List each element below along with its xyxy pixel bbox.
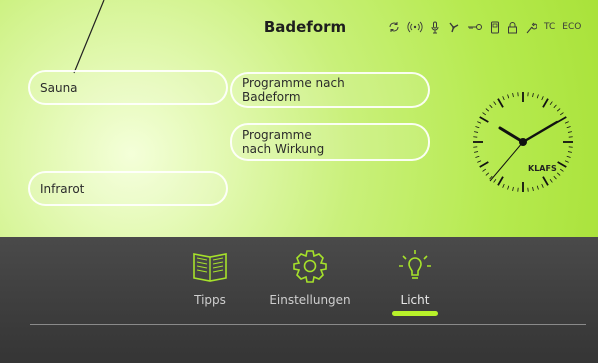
clock-tick [566, 126, 571, 129]
clock-tick [502, 96, 505, 101]
clock-tick [502, 183, 505, 188]
second-hand [489, 141, 524, 182]
fan-icon [447, 21, 460, 34]
clock-tick [556, 172, 561, 176]
programme-wirkung-button[interactable]: Programme nach Wirkung [230, 123, 430, 161]
clock-tick [512, 93, 514, 98]
hour-hand [498, 126, 525, 144]
clock-tick [507, 185, 510, 190]
clock-tick [542, 176, 549, 186]
dock-label-einstellungen: Einstellungen [269, 293, 351, 307]
dock-label-tipps: Tipps [194, 293, 226, 307]
gear-icon [290, 250, 330, 287]
clock-tick [485, 172, 490, 176]
clock-tick [475, 155, 480, 158]
clock-tick [549, 101, 553, 106]
clock-tick [557, 116, 567, 123]
clock-tick [556, 108, 561, 112]
clock-tick [485, 108, 490, 112]
clock-tick [553, 175, 557, 180]
infrarot-label: Infrarot [40, 181, 85, 196]
clock-tick [559, 168, 564, 172]
key-icon [467, 22, 483, 32]
dock-label-licht: Licht [400, 293, 430, 307]
dock-item-licht[interactable]: Licht [390, 248, 440, 307]
clock-tick [553, 104, 557, 109]
minute-hand [521, 120, 559, 144]
clock-tick [474, 131, 479, 133]
lightbulb-icon [395, 250, 435, 287]
clock-tick [532, 186, 534, 191]
clock-tick [567, 131, 572, 133]
book-icon [190, 253, 230, 287]
sauna-label: Sauna [40, 80, 78, 95]
analog-clock: KLAFS [473, 92, 573, 192]
infrarot-button[interactable]: Infrarot [28, 171, 228, 206]
dock-item-tipps[interactable]: Tipps [185, 248, 235, 307]
clock-tick [482, 112, 487, 116]
dock-item-einstellungen[interactable]: Einstellungen [265, 248, 355, 307]
clock-tick [567, 151, 572, 153]
clock-tick [477, 121, 482, 124]
clock-tick [542, 98, 549, 108]
phone-icon [490, 21, 500, 34]
clock-tick [497, 176, 504, 186]
page-title: Badeform [263, 18, 347, 36]
status-bar: TC ECO [388, 18, 581, 36]
clock-tick [512, 186, 514, 191]
clock-tick [475, 126, 480, 129]
clock-tick [557, 161, 567, 168]
programme-wirkung-label: Programme nach Wirkung [242, 128, 325, 156]
wrench-icon [525, 21, 537, 34]
sauna-button[interactable]: Sauna [28, 70, 228, 105]
programme-badeform-button[interactable]: Programme nach Badeform [230, 72, 430, 108]
dock-divider [30, 324, 586, 325]
clock-tick [541, 96, 544, 101]
clock-tick [482, 168, 487, 172]
programme-badeform-label: Programme nach Badeform [242, 76, 345, 104]
screen: Badeform TC ECO Sauna Programme nach Bad… [0, 0, 598, 363]
clock-tick [477, 160, 482, 163]
clock-tick [564, 160, 569, 163]
eco-indicator: ECO [562, 22, 582, 32]
clock-tick [536, 185, 539, 190]
clock-tick [532, 93, 534, 98]
wireless-icon [407, 21, 423, 33]
clock-tick [564, 121, 569, 124]
active-tab-indicator [392, 311, 438, 316]
clock-tick [507, 94, 510, 99]
clock-tick [479, 161, 489, 168]
clock-tick [559, 112, 564, 116]
clock-center [519, 138, 527, 146]
microphone-icon [430, 21, 440, 34]
clock-tick [489, 104, 493, 109]
clock-tick [479, 116, 489, 123]
clock-tick [474, 151, 479, 153]
clock-tick [549, 178, 553, 183]
clock-tick [566, 155, 571, 158]
clock-tick [497, 98, 504, 108]
clock-tick [536, 94, 539, 99]
clock-tick [493, 178, 497, 183]
clock-brand: KLAFS [528, 164, 557, 173]
sync-icon [388, 21, 400, 33]
clock-tick [493, 101, 497, 106]
lock-icon [507, 21, 518, 34]
clock-tick [541, 183, 544, 188]
tc-indicator: TC [544, 22, 556, 32]
